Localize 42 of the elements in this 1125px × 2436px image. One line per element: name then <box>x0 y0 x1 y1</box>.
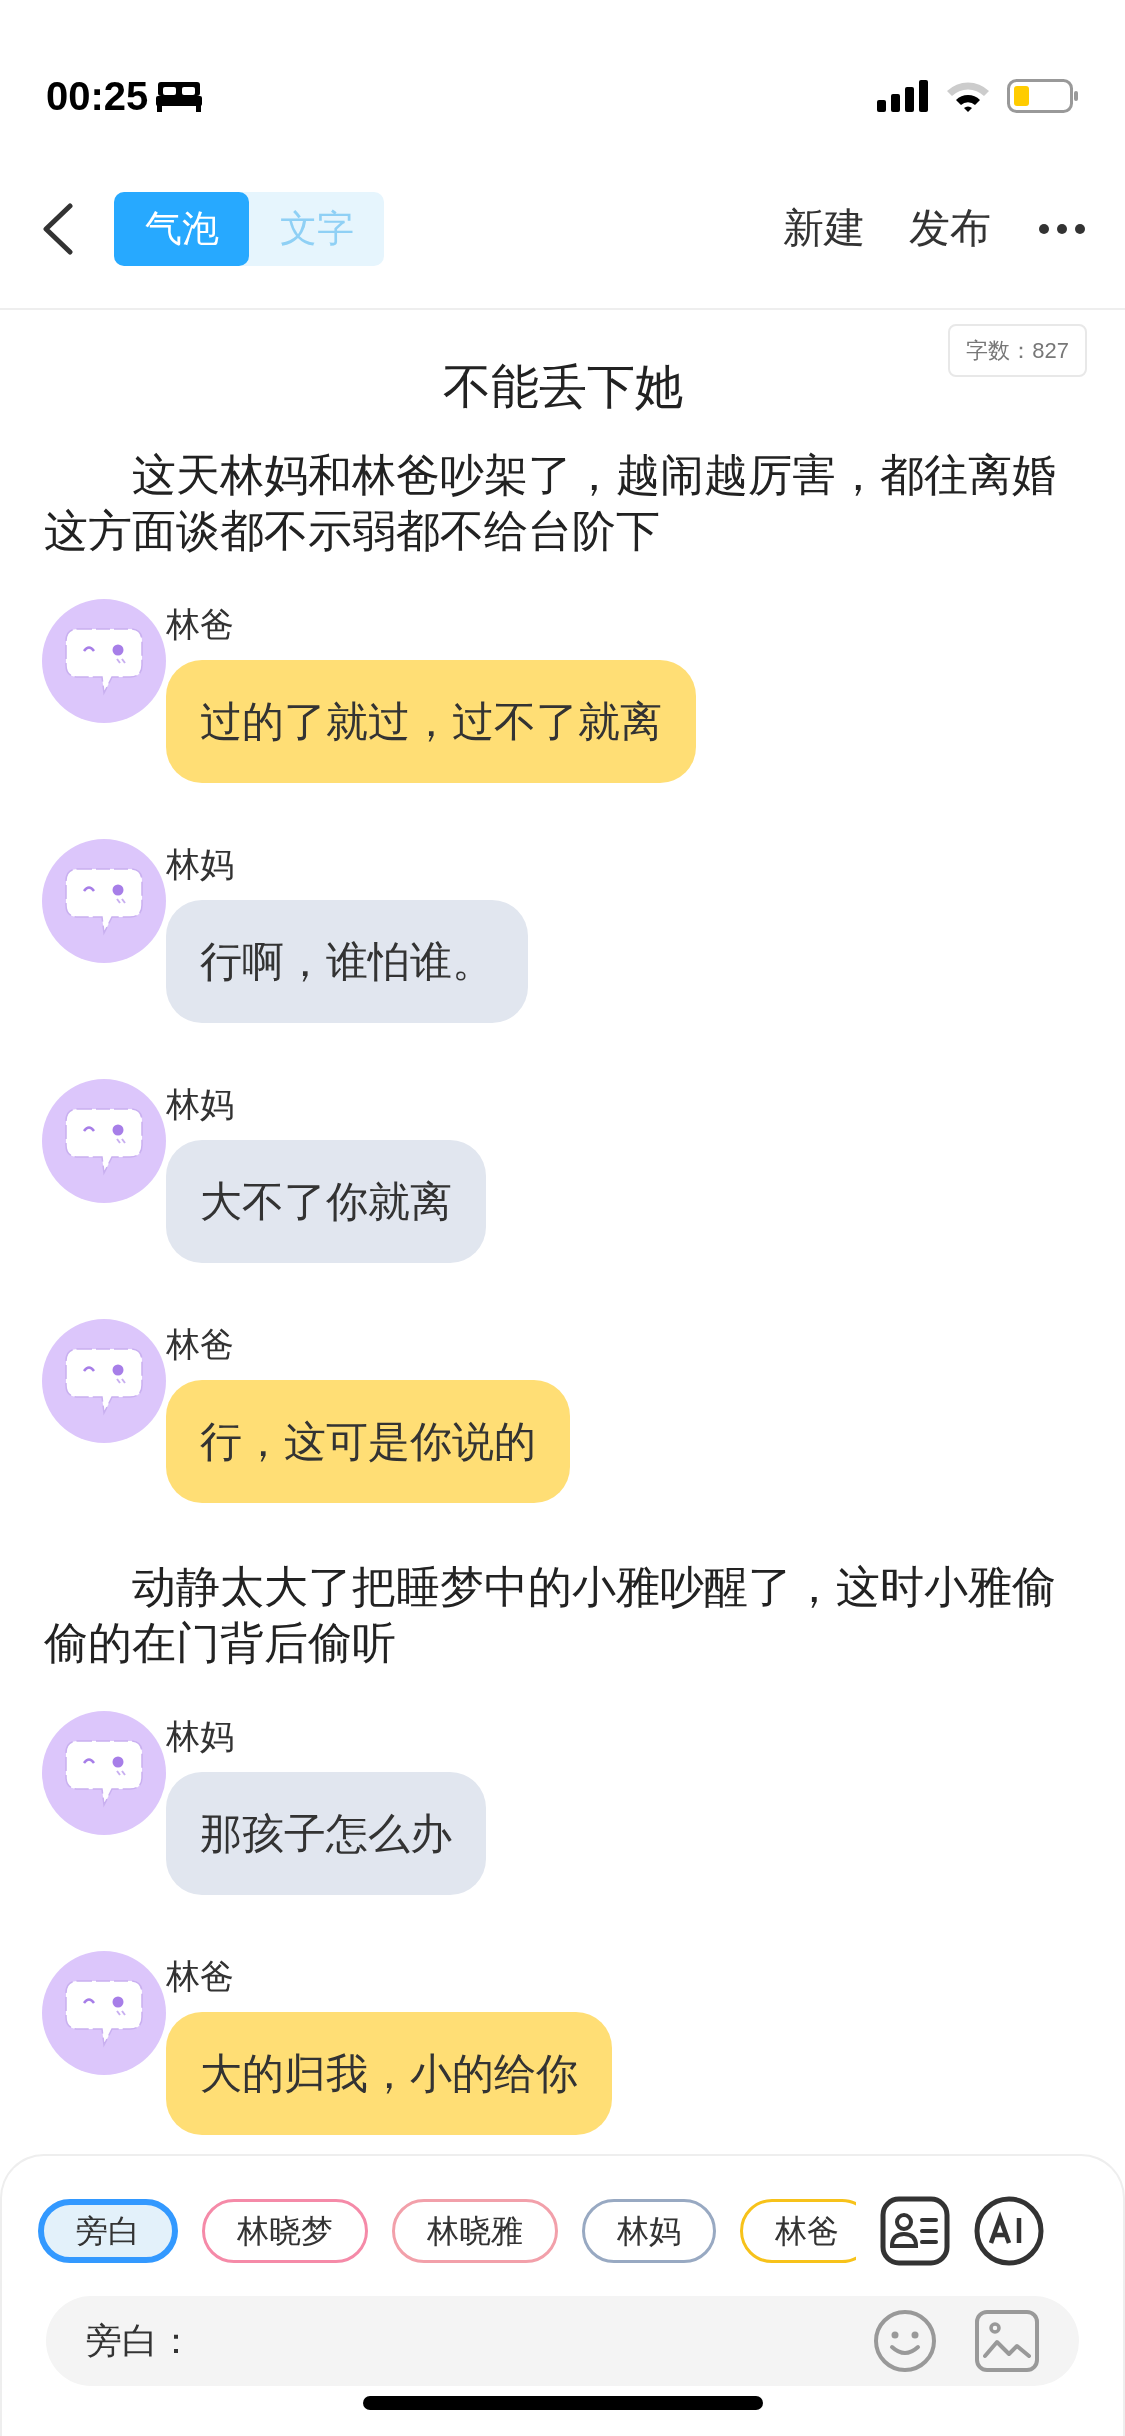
speaker-name: 林爸 <box>166 1956 234 1997</box>
avatar-icon <box>42 1711 166 1835</box>
smiley-icon[interactable] <box>873 2309 937 2373</box>
avatar-icon <box>42 1951 166 2075</box>
narration-text: 动静太大了把睡梦中的小雅吵醒了，这时小雅偷偷的在门背后偷听 <box>43 1561 1057 1669</box>
speaker-name: 林妈 <box>166 844 234 885</box>
role-chip[interactable]: 旁白 <box>38 2199 178 2263</box>
role-chip[interactable]: 林爸 <box>740 2199 856 2263</box>
story-title: 不能丢下她 <box>442 360 683 413</box>
status-time: 00:25 <box>46 73 149 120</box>
speaker-name: 林妈 <box>166 1716 234 1757</box>
speaker-name: 林妈 <box>166 1084 234 1125</box>
word-count: 字数：827 <box>948 324 1087 377</box>
header-action[interactable]: 新建 <box>783 198 865 260</box>
image-icon[interactable] <box>975 2310 1039 2372</box>
speaker-name: 林爸 <box>166 604 234 645</box>
chat-bubble: 大不了你就离 <box>166 1140 486 1263</box>
signal-icon <box>877 80 929 112</box>
avatar-icon <box>42 1079 166 1203</box>
more-icon[interactable] <box>1039 224 1085 234</box>
chat-bubble: 行，这可是你说的 <box>166 1380 570 1503</box>
chat-bubble: 那孩子怎么办 <box>166 1772 486 1895</box>
chat-bubble: 行啊，谁怕谁。 <box>166 900 528 1023</box>
chat-bubble: 大的归我，小的给你 <box>166 2012 612 2135</box>
avatar-icon <box>42 839 166 963</box>
header-action[interactable]: 发布 <box>909 198 991 260</box>
chat-bubble: 过的了就过，过不了就离 <box>166 660 696 783</box>
wifi-icon <box>945 79 991 113</box>
contact-card-icon[interactable] <box>880 2196 950 2266</box>
role-chip[interactable]: 林晓梦 <box>202 2199 368 2263</box>
input-prefix: 旁白： <box>86 2319 194 2363</box>
bed-icon <box>156 80 203 112</box>
battery-icon <box>1007 79 1079 113</box>
back-icon[interactable] <box>40 203 74 255</box>
message-input[interactable]: 旁白： <box>46 2296 1079 2386</box>
avatar-icon <box>42 599 166 723</box>
role-chip[interactable]: 林晓雅 <box>392 2199 558 2263</box>
narration-text: 这天林妈和林爸吵架了，越闹越厉害，都往离婚这方面谈都不示弱都不给台阶下 <box>43 449 1057 557</box>
ai-icon[interactable] <box>974 2196 1044 2266</box>
speaker-name: 林爸 <box>166 1324 234 1365</box>
role-chip[interactable]: 林妈 <box>582 2199 716 2263</box>
avatar-icon <box>42 1319 166 1443</box>
